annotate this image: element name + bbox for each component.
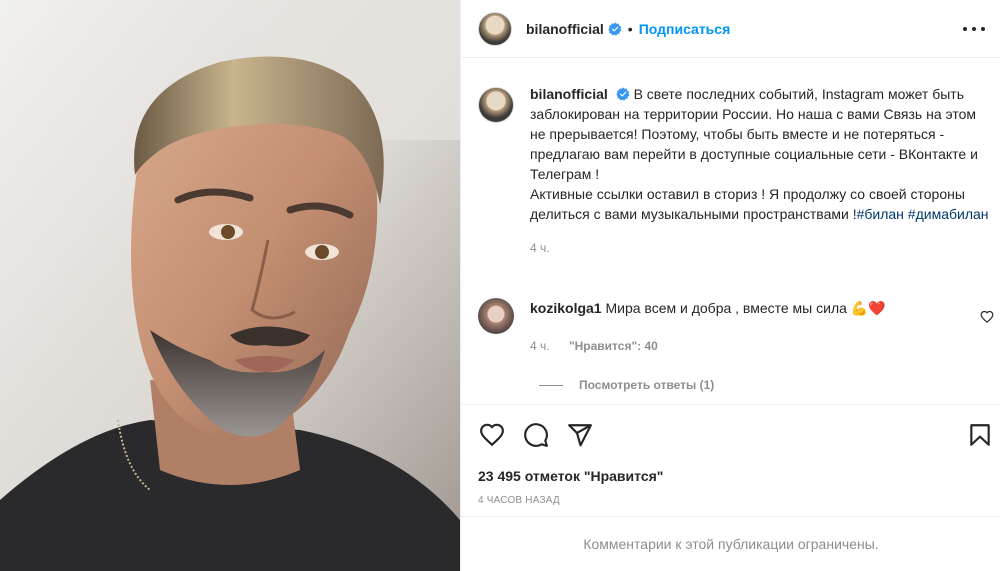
caption-username[interactable]: bilanofficial [530,86,608,102]
comment-item: kozikolga1 Мира всем и добра , вместе мы… [478,298,994,356]
post-header: bilanofficial • Подписаться [461,0,1000,58]
post-timestamp[interactable]: 4 ЧАСОВ НАЗАД [478,495,560,506]
comment-text: Мира всем и добра , вместе мы сила [605,300,847,316]
comment-emoji: 💪❤️ [850,300,886,316]
separator-dot: • [627,20,633,37]
view-replies-label: Посмотреть ответы (1) [579,378,715,392]
comment-likes[interactable]: "Нравится": 40 [569,339,658,353]
verified-badge-icon [615,87,630,101]
replies-divider [539,384,563,386]
comments-disabled-notice: Комментарии к этой публикации ограничены… [461,516,1000,571]
more-horizontal-icon[interactable] [963,19,985,39]
post-photo[interactable] [0,0,460,571]
bookmark-icon[interactable] [967,422,993,448]
hashtag-link[interactable]: #билан [857,206,904,222]
comment-username[interactable]: kozikolga1 [530,300,602,316]
selfie-image [0,0,460,571]
paper-plane-icon[interactable] [567,422,593,448]
post-details-panel: bilanofficial • Подписаться bilanofficia… [460,0,1000,571]
author-username[interactable]: bilanofficial [526,21,604,37]
likes-count[interactable]: 23 495 отметок "Нравится" [478,468,663,484]
follow-button[interactable]: Подписаться [639,21,731,37]
post-caption: bilanofficial В свете последних событий,… [478,84,994,258]
heart-icon[interactable] [479,422,505,448]
post-actions [461,404,1000,464]
view-replies-button[interactable]: Посмотреть ответы (1) [539,378,714,392]
verified-badge-icon [608,21,622,36]
hashtag-link[interactable]: #димабилан [908,206,989,222]
comment-heart-icon[interactable] [980,310,994,324]
comment-time[interactable]: 4 ч. [530,339,550,353]
author-avatar[interactable] [478,11,512,46]
commenter-avatar[interactable] [478,298,514,334]
caption-time[interactable]: 4 ч. [530,238,990,258]
comment-icon[interactable] [523,422,549,448]
caption-author-avatar[interactable] [478,87,514,123]
